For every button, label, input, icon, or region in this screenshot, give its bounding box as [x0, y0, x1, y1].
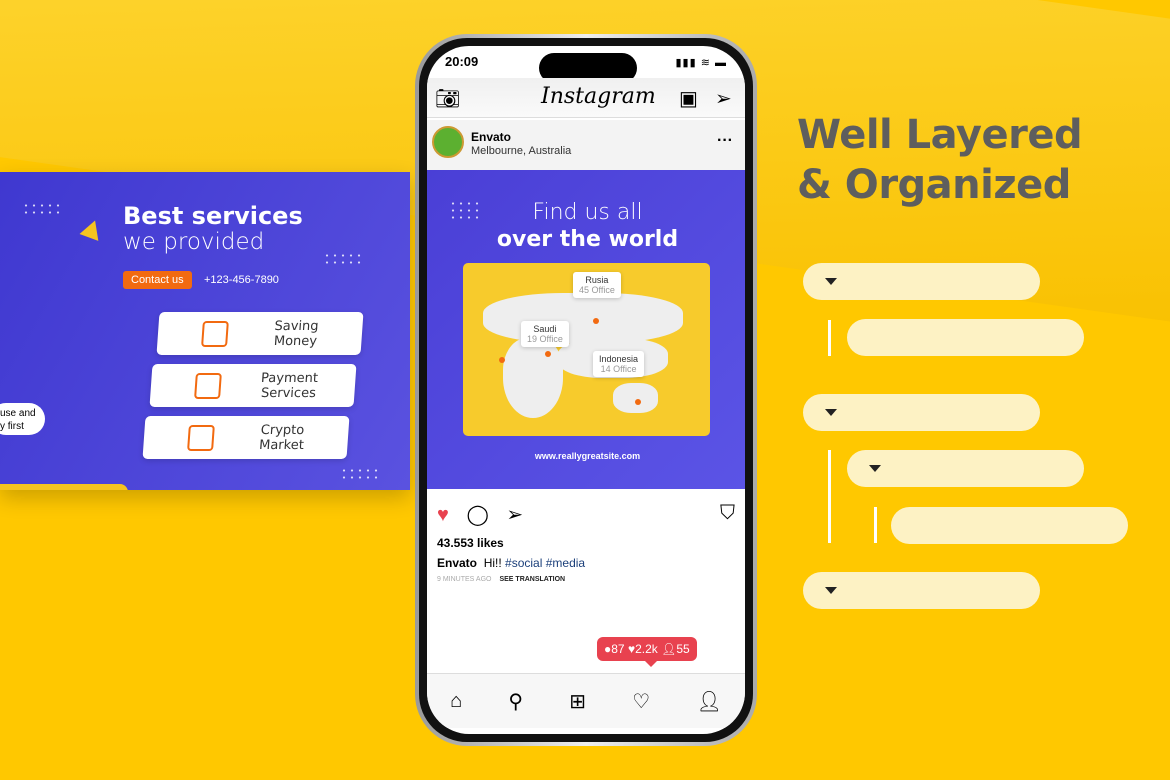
- comment-icon[interactable]: ◯: [466, 504, 488, 526]
- layer-item: [891, 507, 1128, 544]
- more-options-icon[interactable]: ···: [717, 132, 733, 150]
- bottom-tab-bar: ⌂ ⚲ ⊞ ♡ 👤︎: [427, 673, 745, 728]
- tree-line: [828, 450, 831, 543]
- map-africa: [503, 338, 563, 418]
- share-icon[interactable]: ➢: [506, 504, 523, 526]
- status-time: 20:09: [445, 54, 479, 69]
- website-url: www.reallygreatsite.com: [534, 451, 641, 461]
- services-subtitle: we provided: [123, 229, 265, 255]
- instagram-screen: 20:09 ▮▮▮ ≋ ▬ 📷︎ Instagram ▣ ➢ Envato Me…: [427, 46, 745, 734]
- photo-background: [0, 484, 128, 490]
- caret-down-icon: [825, 409, 837, 416]
- caret-down-icon: [869, 465, 881, 472]
- map-pin: [499, 357, 505, 363]
- follower-count: 55: [676, 642, 690, 656]
- instagram-header: 📷︎ Instagram ▣ ➢: [427, 78, 745, 118]
- world-map: Rusia 45 Office Saudi 19 Office Indonesia 1…: [463, 263, 710, 436]
- caption-text: Hi!!: [483, 556, 502, 570]
- post-meta: 9 MINUTES AGO SEE TRANSLATION: [437, 576, 565, 583]
- post-header: Envato Melbourne, Australia ···: [427, 120, 745, 170]
- dots-decoration: [323, 252, 363, 266]
- dots-decoration: [22, 202, 62, 216]
- headline-line-1: Well Layered: [797, 112, 1083, 158]
- service-saving-money: Saving Money: [156, 312, 364, 355]
- services-title: Best services: [123, 202, 303, 230]
- location-tag-rusia: Rusia 45 Office: [573, 272, 621, 298]
- card-icon: [194, 372, 222, 399]
- map-pin: [635, 399, 641, 405]
- status-icons: ▮▮▮ ≋ ▬: [675, 57, 727, 69]
- avatar[interactable]: [432, 126, 464, 158]
- location-tag-saudi: Saudi 19 Office: [521, 321, 569, 347]
- direct-message-icon[interactable]: ➢: [715, 86, 732, 111]
- profile-icon[interactable]: 👤︎: [696, 689, 721, 714]
- post-actions: ♥ ◯ ➢ ⛉: [437, 502, 735, 526]
- search-icon[interactable]: ⚲: [508, 689, 523, 714]
- home-icon[interactable]: ⌂: [450, 690, 462, 713]
- instagram-logo: Instagram: [541, 84, 656, 109]
- map-australia: [613, 383, 658, 413]
- activity-heart-icon[interactable]: ♡: [632, 689, 650, 714]
- bookmark-icon[interactable]: ⛉: [720, 502, 735, 525]
- like-heart-icon[interactable]: ♥: [437, 504, 449, 526]
- see-translation-link[interactable]: SEE TRANSLATION: [499, 576, 565, 583]
- heart-icon: ♥: [627, 642, 636, 656]
- triangle-decoration: [79, 217, 105, 241]
- caption: Envato Hi!! #social #media: [437, 556, 585, 570]
- layer-subgroup: [847, 450, 1084, 487]
- add-post-icon[interactable]: ⊞: [569, 689, 586, 714]
- username[interactable]: Envato: [471, 130, 511, 144]
- comment-count: 87: [611, 642, 625, 656]
- location-tag-indonesia: Indonesia 14 Office: [593, 351, 645, 377]
- caret-down-icon: [825, 587, 837, 594]
- phone-number: +123-456-7890: [204, 274, 279, 286]
- layer-group-3: [803, 572, 1040, 609]
- layer-item: [847, 319, 1084, 356]
- post-title-light: Find us all: [532, 200, 643, 225]
- layer-group-1: [803, 263, 1040, 300]
- service-label: Crypto Market: [258, 422, 305, 453]
- likes-count[interactable]: 43.553 likes: [437, 536, 504, 550]
- chart-icon: [187, 424, 215, 451]
- caret-down-icon: [825, 278, 837, 285]
- caption-username[interactable]: Envato: [437, 556, 477, 570]
- post-title-bold: over the world: [496, 227, 679, 252]
- layer-group-2: [803, 394, 1040, 431]
- map-eurasia: [483, 293, 683, 343]
- person-icon: 👤︎: [661, 642, 677, 656]
- map-pin: [593, 318, 599, 324]
- camera-icon[interactable]: 📷︎: [435, 86, 460, 111]
- headline-line-2: & Organized: [797, 162, 1071, 208]
- headline: Well Layered & Organized: [797, 110, 1083, 210]
- tree-line: [828, 320, 831, 356]
- time-ago: 9 MINUTES AGO: [437, 576, 492, 583]
- dots-decoration: [340, 467, 380, 481]
- post-image: Find us all over the world Rusia 45 Offic…: [427, 170, 745, 489]
- hashtags[interactable]: #social #media: [505, 556, 585, 570]
- tree-line: [874, 507, 877, 543]
- activity-notification[interactable]: ●87 ♥2.2k 👤︎55: [597, 637, 697, 667]
- service-label: Saving Money: [273, 318, 320, 349]
- contact-us-button[interactable]: Contact us: [123, 271, 192, 289]
- service-payment: Payment Services: [149, 364, 357, 407]
- location[interactable]: Melbourne, Australia: [471, 145, 571, 157]
- map-pin: [545, 351, 551, 357]
- igtv-icon[interactable]: ▣: [679, 86, 698, 111]
- speech-bubble: use and y first: [0, 403, 45, 435]
- service-label: Payment Services: [260, 370, 319, 401]
- like-count: 2.2k: [635, 642, 658, 656]
- service-crypto: Crypto Market: [142, 416, 350, 459]
- wallet-icon: [201, 320, 229, 347]
- phone-mockup: 20:09 ▮▮▮ ≋ ▬ 📷︎ Instagram ▣ ➢ Envato Me…: [415, 34, 757, 746]
